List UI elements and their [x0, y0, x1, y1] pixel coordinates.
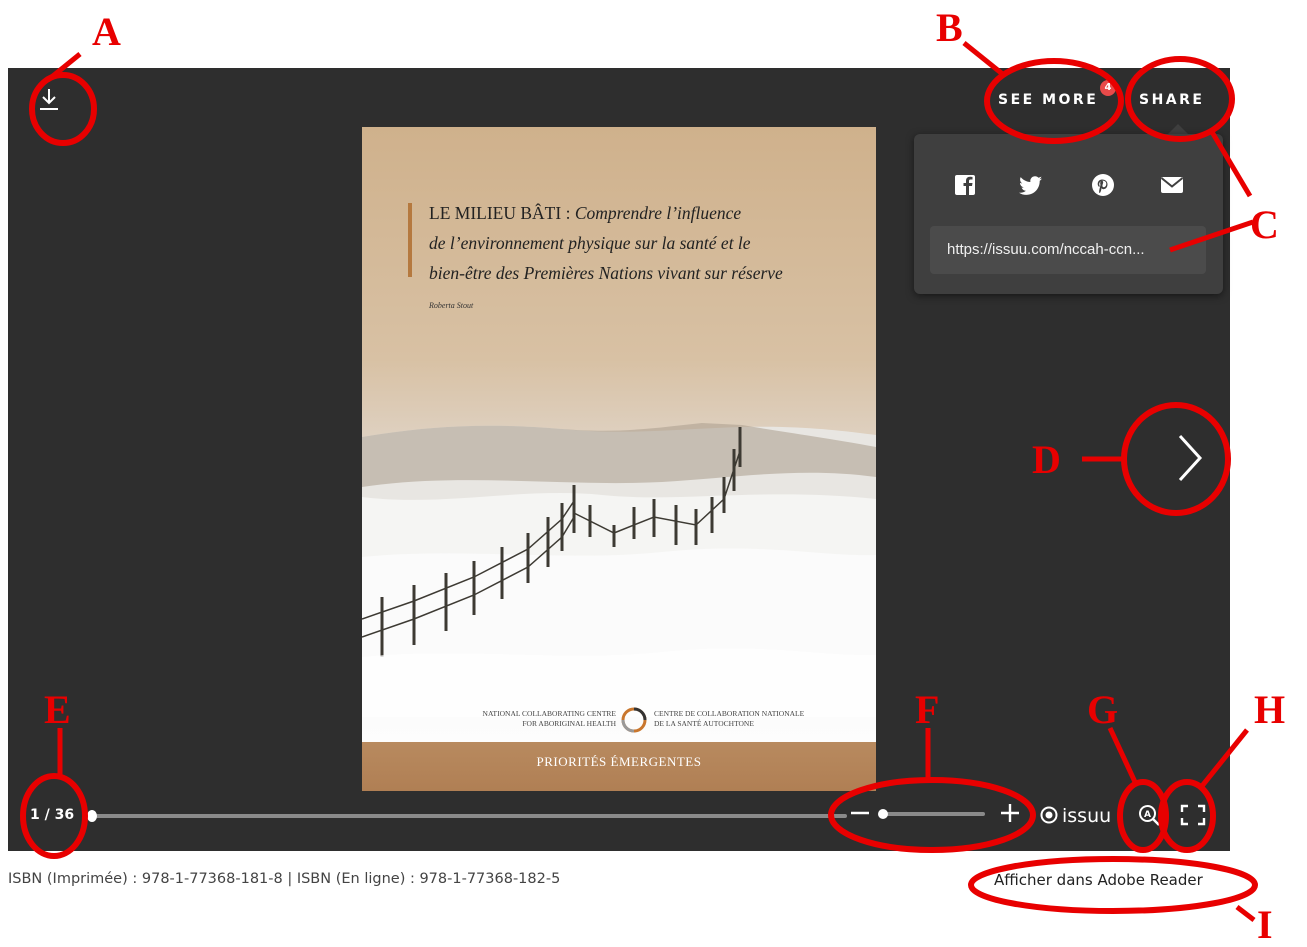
cover-landscape-image: [362, 423, 876, 717]
annotation-label-c: C: [1250, 202, 1279, 247]
twitter-icon[interactable]: [1018, 172, 1044, 198]
annotation-label-d: D: [1032, 437, 1061, 482]
annotation-label-b: B: [936, 5, 963, 50]
nccah-logo-icon: [621, 707, 647, 733]
share-popup: https://issuu.com/nccah-ccn...: [914, 134, 1223, 294]
email-icon[interactable]: [1159, 172, 1185, 198]
facebook-icon[interactable]: [952, 172, 978, 198]
isbn-text: ISBN (Imprimée) : 978-1-77368-181-8 | IS…: [8, 871, 561, 887]
annotation-label-a: A: [92, 9, 121, 54]
zoom-in-icon[interactable]: [1000, 803, 1020, 823]
cover-accent-bar: [408, 203, 412, 277]
search-text-icon[interactable]: A: [1138, 804, 1162, 826]
pinterest-icon[interactable]: [1090, 172, 1116, 198]
page-progress-thumb[interactable]: [87, 810, 97, 822]
open-in-adobe-reader-link[interactable]: Afficher dans Adobe Reader: [994, 871, 1203, 889]
page-counter: 1 / 36: [30, 807, 75, 823]
page-progress-track[interactable]: [92, 814, 847, 818]
issuu-logo[interactable]: issuu: [1040, 805, 1111, 827]
zoom-out-icon[interactable]: [850, 803, 870, 823]
issuu-mark-icon: [1040, 806, 1058, 824]
cover-author: Roberta Stout: [429, 301, 474, 310]
download-icon[interactable]: [36, 86, 62, 112]
annotation-label-f: F: [915, 687, 940, 732]
annotation-leader-i: [1235, 905, 1256, 922]
share-popup-caret: [1168, 124, 1188, 134]
share-url-field[interactable]: https://issuu.com/nccah-ccn...: [930, 226, 1206, 274]
annotation-label-g: G: [1087, 687, 1119, 732]
notification-badge: 4: [1100, 80, 1116, 96]
cover-footer-band: PRIORITÉS ÉMERGENTES: [362, 742, 876, 791]
annotation-label-e: E: [44, 687, 71, 732]
fullscreen-icon[interactable]: [1180, 804, 1206, 826]
svg-text:A: A: [1144, 810, 1151, 820]
share-button[interactable]: SHARE: [1139, 92, 1204, 108]
next-page-arrow-icon[interactable]: [1168, 428, 1208, 488]
cover-series-label: PRIORITÉS ÉMERGENTES: [536, 754, 702, 769]
zoom-slider-thumb[interactable]: [878, 809, 888, 819]
annotation-label-h: H: [1254, 687, 1286, 732]
see-more-button[interactable]: SEE MORE: [998, 92, 1098, 108]
zoom-slider-track[interactable]: [880, 812, 985, 816]
annotation-label-i: I: [1257, 902, 1273, 947]
org-name-french: CENTRE DE COLLABORATION NATIONALE DE LA …: [654, 709, 805, 728]
cover-title: LE MILIEU BÂTI : Comprendre l’influence …: [429, 203, 783, 283]
document-page: LE MILIEU BÂTI : Comprendre l’influence …: [362, 127, 876, 791]
org-name-english: NATIONAL COLLABORATING CENTRE FOR ABORIG…: [482, 709, 616, 728]
